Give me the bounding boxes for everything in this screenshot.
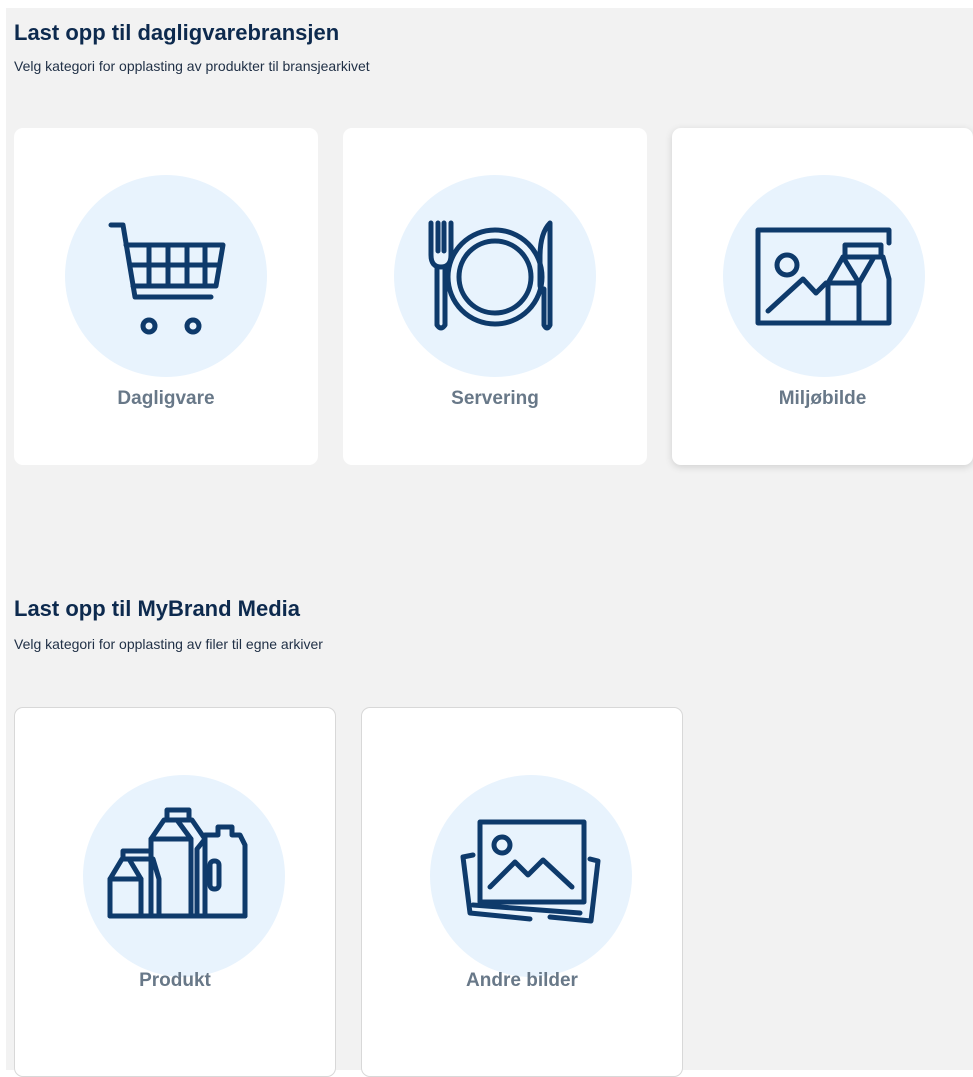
- category-card-servering[interactable]: Servering: [343, 128, 647, 465]
- card-label-dagligvare: Dagligvare: [117, 388, 215, 409]
- card-label-produkt: Produkt: [139, 970, 211, 991]
- environment-image-icon: [723, 175, 925, 377]
- category-card-dagligvare[interactable]: Dagligvare: [14, 128, 318, 465]
- upload-page: Last opp til dagligvarebransjen Velg kat…: [6, 8, 973, 1077]
- product-packages-icon: [83, 775, 285, 977]
- plate-cutlery-icon: [394, 175, 596, 377]
- image-stack-icon: [430, 775, 632, 977]
- shopping-cart-icon: [65, 175, 267, 377]
- category-card-produkt[interactable]: Produkt: [14, 707, 336, 1077]
- section-subtitle-industry: Velg kategori for opplasting av produkte…: [14, 58, 370, 74]
- card-label-servering: Servering: [451, 388, 539, 409]
- section-title-industry: Last opp til dagligvarebransjen: [14, 20, 340, 45]
- section-subtitle-mybrand: Velg kategori for opplasting av filer ti…: [14, 636, 323, 652]
- card-label-miljobilde: Miljøbilde: [778, 388, 867, 409]
- card-label-andre-bilder: Andre bilder: [466, 970, 578, 991]
- category-card-miljobilde[interactable]: Miljøbilde: [672, 128, 973, 465]
- category-card-andre-bilder[interactable]: Andre bilder: [361, 707, 683, 1077]
- section-title-mybrand: Last opp til MyBrand Media: [14, 596, 301, 621]
